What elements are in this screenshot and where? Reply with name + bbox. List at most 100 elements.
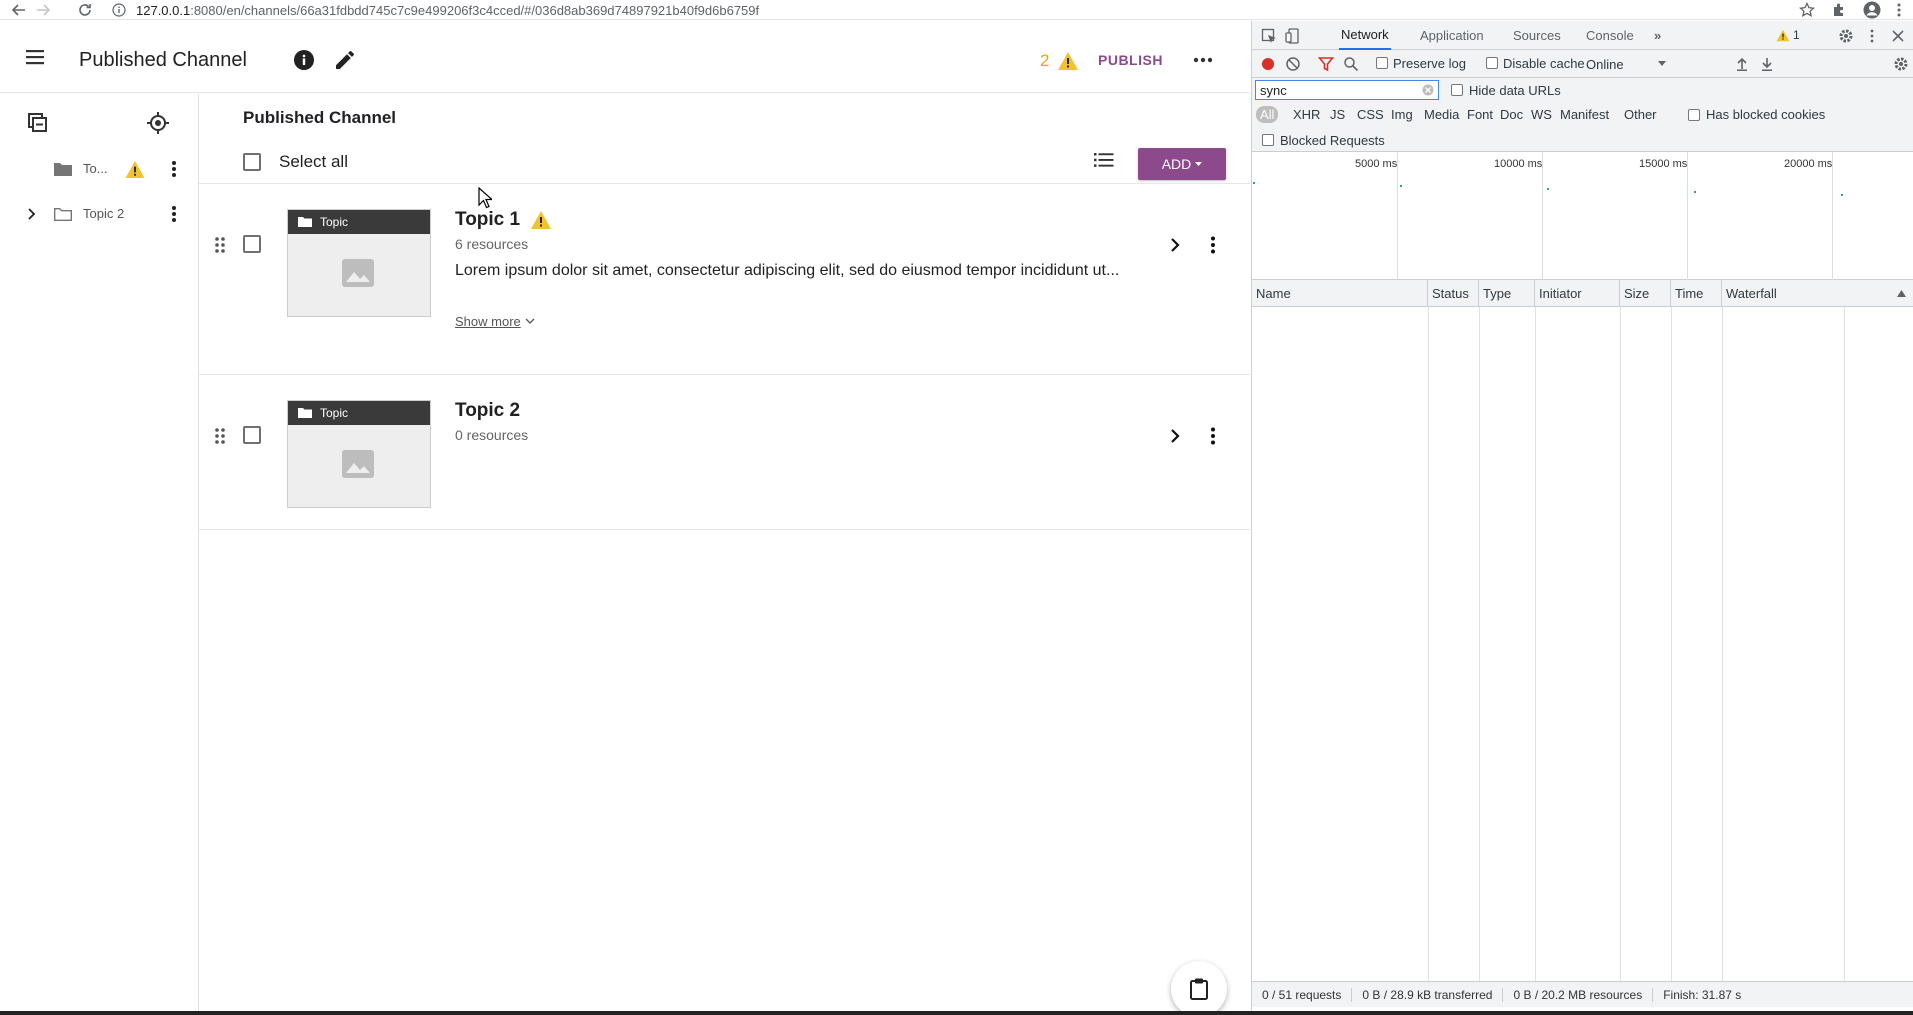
network-settings-icon[interactable] — [1893, 56, 1909, 72]
column-header-name[interactable]: Name — [1252, 280, 1428, 307]
device-toolbar-icon[interactable] — [1285, 28, 1301, 44]
preserve-log-checkbox[interactable] — [1376, 57, 1388, 69]
type-filter-doc[interactable]: Doc — [1496, 106, 1527, 123]
transferred-size: 0 B / 28.9 kB transferred — [1352, 987, 1504, 1002]
search-icon[interactable] — [1343, 56, 1359, 72]
tab-network[interactable]: Network — [1339, 21, 1391, 50]
topic-title[interactable]: Topic 2 — [455, 400, 520, 422]
type-filter-all[interactable]: All — [1256, 106, 1279, 123]
export-har-icon[interactable] — [1759, 56, 1775, 72]
drag-handle-icon[interactable] — [213, 235, 227, 255]
close-icon[interactable] — [1890, 28, 1906, 44]
select-all-checkbox[interactable] — [243, 153, 261, 171]
list-view-icon[interactable] — [1092, 150, 1116, 170]
has-blocked-cookies-checkbox[interactable] — [1688, 109, 1700, 121]
more-tabs-chevron-icon[interactable]: » — [1652, 21, 1663, 50]
forward-arrow-icon[interactable] — [32, 0, 54, 20]
sidebar-item-topic-1[interactable]: To... — [0, 151, 199, 187]
back-arrow-icon[interactable] — [8, 0, 30, 20]
address-bar[interactable]: 127.0.0.1:8080/en/channels/66a31fdbdd745… — [112, 0, 1752, 20]
topic-menu-icon[interactable] — [1203, 235, 1223, 255]
chevron-down-icon — [525, 318, 535, 324]
type-filter-css[interactable]: CSS — [1353, 106, 1388, 123]
blocked-requests-checkbox[interactable] — [1262, 134, 1274, 146]
tab-console[interactable]: Console — [1584, 21, 1636, 50]
network-toolbar: Preserve log Disable cache Online — [1252, 50, 1913, 78]
collapse-all-icon[interactable] — [26, 111, 50, 135]
edit-pencil-icon[interactable] — [333, 48, 357, 72]
browser-menu-icon[interactable] — [1897, 2, 1901, 18]
open-topic-chevron-icon[interactable] — [1165, 426, 1185, 446]
info-icon[interactable] — [292, 48, 316, 72]
filter-input-value: sync — [1260, 83, 1287, 98]
clear-filter-icon[interactable] — [1422, 84, 1434, 96]
filter-input[interactable]: sync — [1255, 80, 1439, 100]
type-filter-js[interactable]: JS — [1326, 106, 1349, 123]
topic-title-text: Topic 2 — [455, 400, 521, 421]
type-filter-media[interactable]: Media — [1420, 106, 1463, 123]
warning-icon — [1058, 52, 1078, 70]
locate-current-icon[interactable] — [146, 111, 170, 135]
column-header-time[interactable]: Time — [1671, 280, 1722, 307]
topic-checkbox[interactable] — [243, 426, 261, 444]
type-filter-font[interactable]: Font — [1463, 106, 1497, 123]
settings-gear-icon[interactable] — [1838, 28, 1854, 44]
disable-cache-checkbox[interactable] — [1486, 57, 1498, 69]
topic-title[interactable]: Topic 1 — [455, 209, 552, 231]
topic-checkbox[interactable] — [243, 235, 261, 253]
site-info-icon[interactable] — [112, 3, 126, 17]
tab-sources[interactable]: Sources — [1511, 21, 1563, 50]
devtools-panel: Network Application Sources Console » 1 … — [1251, 21, 1913, 1011]
add-button[interactable]: ADD — [1138, 148, 1226, 180]
sidebar-item-menu-icon[interactable] — [171, 160, 177, 178]
folder-outline-icon — [54, 208, 72, 221]
publish-button[interactable]: PUBLISH — [1098, 52, 1163, 68]
folder-icon — [298, 217, 312, 227]
profile-avatar-icon[interactable] — [1863, 1, 1881, 19]
column-header-initiator[interactable]: Initiator — [1535, 280, 1620, 307]
sidebar-item-menu-icon[interactable] — [171, 205, 177, 223]
sidebar-item-topic-2[interactable]: Topic 2 — [0, 196, 199, 232]
devtools-menu-icon[interactable] — [1864, 28, 1880, 44]
timeline-label: 15000 ms — [1639, 158, 1688, 170]
resource-count: 0 resources — [455, 427, 529, 443]
column-header-waterfall[interactable]: Waterfall — [1722, 280, 1913, 307]
hide-data-urls-checkbox[interactable] — [1451, 84, 1463, 96]
open-topic-chevron-icon[interactable] — [1165, 235, 1185, 255]
timeline-gridline — [1542, 152, 1543, 280]
column-header-status[interactable]: Status — [1428, 280, 1479, 307]
extensions-icon[interactable] — [1831, 2, 1847, 18]
reload-icon[interactable] — [74, 0, 96, 20]
type-filter-xhr[interactable]: XHR — [1289, 106, 1324, 123]
show-more-link[interactable]: Show more — [455, 314, 535, 329]
type-filter-img[interactable]: Img — [1387, 106, 1417, 123]
topic-row[interactable]: Topic Topic 1 6 resources Lorem ipsum do… — [199, 185, 1250, 375]
type-filter-ws[interactable]: WS — [1527, 106, 1556, 123]
column-header-size[interactable]: Size — [1620, 280, 1671, 307]
type-filter-manifest[interactable]: Manifest — [1556, 106, 1613, 123]
network-overview-timeline[interactable]: 5000 ms 10000 ms 15000 ms 20000 ms — [1252, 152, 1913, 280]
throttling-select[interactable]: Online — [1586, 55, 1666, 73]
sidebar-item-label: To... — [83, 161, 108, 176]
clear-icon[interactable] — [1285, 56, 1301, 72]
topic-menu-icon[interactable] — [1203, 426, 1223, 446]
clipboard-button[interactable] — [1171, 961, 1227, 1015]
star-icon[interactable] — [1799, 2, 1815, 18]
timeline-mark — [1253, 182, 1255, 184]
issues-badge[interactable]: 1 — [1776, 28, 1800, 42]
column-header-type[interactable]: Type — [1479, 280, 1535, 307]
record-icon[interactable] — [1260, 56, 1276, 72]
drag-handle-icon[interactable] — [213, 426, 227, 446]
column-divider — [1428, 307, 1429, 1007]
import-har-icon[interactable] — [1734, 56, 1750, 72]
tab-application[interactable]: Application — [1418, 21, 1486, 50]
resource-type-filter: All XHR JS CSS Img Media Font Doc WS Man… — [1252, 102, 1913, 128]
topic-row[interactable]: Topic Topic 2 0 resources — [199, 376, 1250, 530]
inspect-element-icon[interactable] — [1261, 28, 1277, 44]
image-placeholder-icon — [342, 259, 374, 287]
more-options-icon[interactable] — [1190, 52, 1216, 68]
filter-icon[interactable] — [1318, 56, 1334, 72]
chevron-right-icon[interactable] — [27, 208, 37, 220]
type-filter-other[interactable]: Other — [1620, 106, 1661, 123]
hamburger-menu-icon[interactable] — [22, 47, 48, 67]
